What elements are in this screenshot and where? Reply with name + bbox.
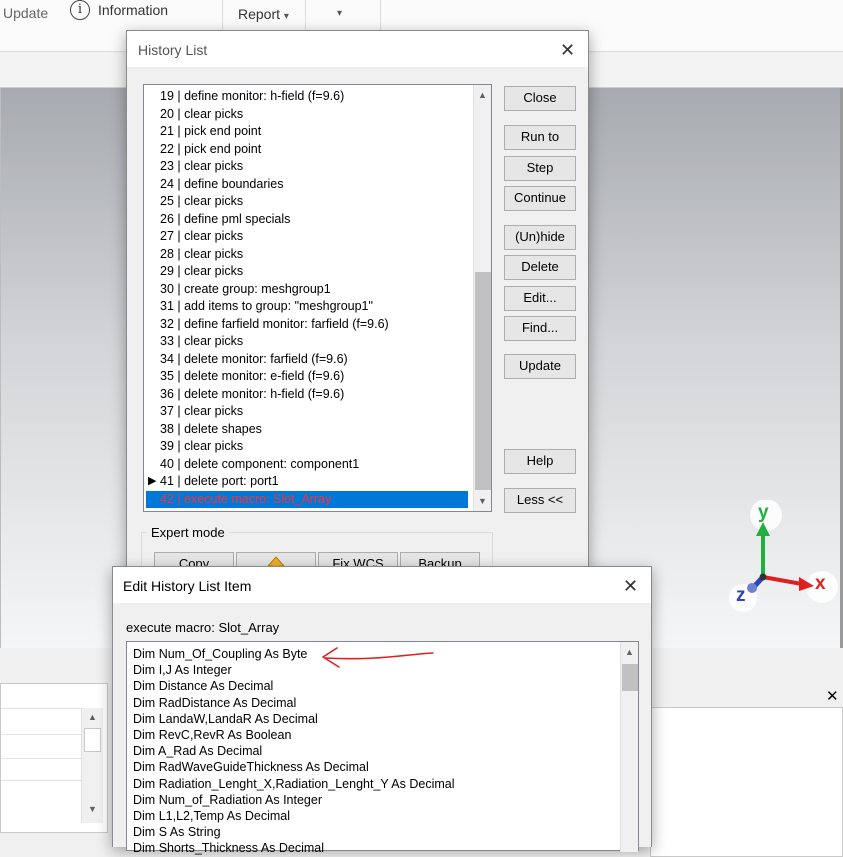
scroll-up-icon[interactable]: ▲ [621, 647, 638, 657]
current-position-icon: ▶ [148, 475, 157, 487]
list-item[interactable]: 28 | clear picks [146, 246, 468, 264]
messages-panel[interactable]: ▲ ▼ [0, 683, 108, 833]
list-item[interactable]: 21 | pick end point [146, 123, 468, 141]
update-button[interactable]: Update [504, 354, 576, 379]
list-item[interactable]: 19 | define monitor: h-field (f=9.6) [146, 88, 468, 106]
code-line: Dim RadWaveGuideThickness As Decimal [133, 760, 369, 775]
delete-button[interactable]: Delete [504, 255, 576, 280]
z-axis-label: z [736, 585, 746, 606]
x-axis-line [762, 575, 803, 586]
list-item[interactable]: 27 | clear picks [146, 228, 468, 246]
annotation-arrow [322, 647, 434, 668]
scrollbar-thumb[interactable] [84, 728, 101, 752]
row-divider [1, 708, 81, 709]
close-button[interactable]: Close [504, 86, 576, 111]
history-dialog-title: History List [138, 42, 208, 58]
edit-dialog-title: Edit History List Item [123, 578, 252, 594]
list-item[interactable]: 36 | delete monitor: h-field (f=9.6) [146, 386, 468, 404]
code-lines: Dim Num_Of_Coupling As Byte Dim I,J As I… [127, 646, 607, 857]
code-line: Dim RadDistance As Decimal [133, 695, 297, 710]
list-item-selected[interactable]: 42 | execute macro: Slot_Array [146, 490, 468, 508]
list-item[interactable]: 22 | pick end point [146, 141, 468, 159]
ribbon-separator [222, 0, 223, 30]
list-item[interactable]: 20 | clear picks [146, 106, 468, 124]
row-divider [1, 734, 81, 735]
y-axis-label: y [758, 502, 769, 523]
list-item[interactable]: 24 | define boundaries [146, 176, 468, 194]
close-icon[interactable]: ✕ [623, 577, 638, 595]
history-list-dialog: History List ✕ 19 | define monitor: h-fi… [126, 30, 589, 582]
chevron-down-icon[interactable]: ▾ [337, 8, 342, 19]
run-to-button[interactable]: Run to [504, 125, 576, 150]
ribbon-separator [380, 0, 381, 30]
unhide-button[interactable]: (Un)hide [504, 225, 576, 250]
code-line: Dim Distance As Decimal [133, 679, 274, 694]
list-item[interactable]: 40 | delete component: component1 [146, 456, 468, 474]
list-item[interactable]: 34 | delete monitor: farfield (f=9.6) [146, 351, 468, 369]
edit-button[interactable]: Edit... [504, 286, 576, 311]
scroll-down-icon[interactable]: ▼ [474, 496, 491, 506]
list-item[interactable]: 31 | add items to group: "meshgroup1" [146, 298, 468, 316]
vertical-scrollbar[interactable]: ▲ ▼ [473, 85, 491, 511]
list-item[interactable]: 38 | delete shapes [146, 421, 468, 439]
code-line: Dim Radiation_Lenght_X,Radiation_Lenght_… [133, 776, 455, 791]
row-divider [1, 780, 81, 781]
vertical-scrollbar[interactable]: ▲ [620, 642, 638, 852]
code-line: Dim S As String [133, 825, 221, 840]
list-item[interactable]: 23 | clear picks [146, 158, 468, 176]
list-item[interactable]: 32 | define farfield monitor: farfield (… [146, 316, 468, 334]
continue-button[interactable]: Continue [504, 186, 576, 211]
list-item[interactable]: 35 | delete monitor: e-field (f=9.6) [146, 368, 468, 386]
row-divider [1, 758, 81, 759]
list-item-current[interactable]: ▶ 41 | delete port: port1 [146, 473, 468, 491]
update-ribbon-button[interactable]: Update [3, 5, 48, 21]
ribbon-separator [305, 0, 306, 30]
report-ribbon-button[interactable]: Report ▾ [238, 6, 289, 22]
code-line: Dim Shorts_Thickness As Decimal [133, 841, 325, 856]
code-line: Dim A_Rad As Decimal [133, 744, 263, 759]
history-items: 19 | define monitor: h-field (f=9.6) 20 … [146, 88, 468, 508]
code-line: Dim RevC,RevR As Boolean [133, 728, 292, 743]
scroll-up-icon[interactable]: ▲ [82, 712, 103, 722]
list-item[interactable]: 30 | create group: meshgroup1 [146, 281, 468, 299]
list-item[interactable]: 26 | define pml specials [146, 211, 468, 229]
expert-mode-label: Expert mode [147, 525, 229, 540]
list-item[interactable]: 25 | clear picks [146, 193, 468, 211]
axes-origin [759, 573, 767, 581]
list-item[interactable]: 39 | clear picks [146, 438, 468, 456]
less-button[interactable]: Less << [504, 488, 576, 513]
code-line: Dim Num_of_Radiation As Integer [133, 792, 322, 807]
edit-history-item-dialog: Edit History List Item ✕ execute macro: … [112, 566, 652, 855]
find-button[interactable]: Find... [504, 316, 576, 341]
scroll-up-icon[interactable]: ▲ [474, 90, 491, 100]
chevron-down-icon: ▾ [283, 11, 289, 22]
list-item[interactable]: 37 | clear picks [146, 403, 468, 421]
close-icon[interactable]: ✕ [560, 41, 575, 59]
close-icon[interactable]: ✕ [826, 687, 839, 705]
scroll-down-icon[interactable]: ▼ [82, 804, 103, 814]
progress-panel[interactable] [650, 707, 843, 857]
list-item[interactable]: 29 | clear picks [146, 263, 468, 281]
code-line: Dim L1,L2,Temp As Decimal [133, 809, 291, 824]
x-axis-label: x [815, 573, 826, 594]
list-item-label: 41 | delete port: port1 [160, 474, 279, 488]
scrollbar-thumb[interactable] [475, 272, 491, 490]
help-button[interactable]: Help [504, 449, 576, 474]
scrollbar-thumb[interactable] [622, 664, 638, 691]
code-line: Dim LandaW,LandaR As Decimal [133, 711, 318, 726]
information-ribbon-button[interactable]: Information [98, 2, 168, 18]
z-axis-head [747, 583, 757, 593]
list-item[interactable]: 33 | clear picks [146, 333, 468, 351]
vertical-scrollbar[interactable]: ▲ ▼ [81, 708, 103, 823]
macro-header: execute macro: Slot_Array [126, 620, 280, 635]
report-label: Report [238, 6, 281, 22]
step-button[interactable]: Step [504, 156, 576, 181]
info-icon: i [70, 0, 90, 20]
history-list[interactable]: 19 | define monitor: h-field (f=9.6) 20 … [143, 84, 492, 512]
